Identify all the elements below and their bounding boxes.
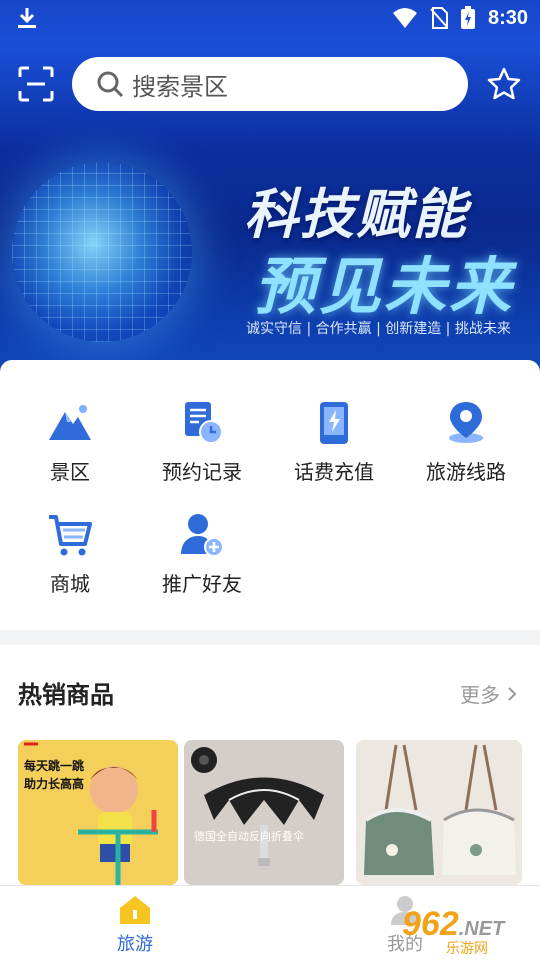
banner-subheadline: 预见未来 [254, 250, 515, 323]
status-bar: 8:30 [0, 0, 540, 38]
banner-tagline: 诚实守信 | 合作共赢 | 创新建造 | 挑战未来 [246, 321, 511, 337]
phone-recharge-icon [320, 402, 348, 444]
shopping-cart-icon [49, 515, 92, 556]
section-title: 热销商品 [18, 681, 114, 709]
battery-charging-icon [460, 6, 475, 29]
category-mall[interactable]: 商城 [15, 512, 125, 608]
watermark-suffix: .NET [458, 918, 505, 940]
nav-label: 旅游 [117, 934, 153, 955]
clock: 8:30 [487, 6, 528, 29]
category-travel-route[interactable]: 旅游线路 [411, 400, 521, 496]
wifi-icon [392, 8, 417, 28]
search-input[interactable]: 搜索景区 [72, 57, 468, 111]
mountain-icon [49, 405, 91, 440]
umbrella-product-image: 德国全自动反向折叠伞 [184, 740, 344, 885]
category-reservation-record[interactable]: 预约记录 [147, 400, 257, 496]
category-label: 旅游线路 [426, 460, 506, 484]
product-image-text: 助力长高高 [24, 776, 84, 791]
category-label: 商城 [50, 572, 90, 596]
product-image-text: 德国全自动反向折叠伞 [194, 829, 304, 843]
category-label: 预约记录 [162, 460, 242, 484]
category-invite-friend[interactable]: 推广好友 [147, 512, 257, 608]
product-card[interactable] [356, 740, 522, 885]
category-phone-recharge[interactable]: 话费充值 [279, 400, 389, 496]
download-icon [18, 8, 36, 28]
chevron-right-icon [508, 686, 517, 701]
scan-icon[interactable] [18, 66, 54, 102]
pogo-stick-product-image: 每天跳一跳 助力长高高 [18, 740, 178, 885]
search-icon [97, 71, 124, 98]
category-scenic-spot[interactable]: 景区 [15, 400, 125, 496]
hero-banner: 8:30 搜索景区 科技赋能 预见未来 诚实守信 | 合作共赢 | 创新建造 |… [0, 0, 540, 372]
more-link[interactable]: 更多 [460, 679, 518, 708]
product-card[interactable]: 每天跳一跳 助力长高高 [18, 740, 178, 885]
watermark-subtitle: 乐游网 [446, 941, 488, 957]
home-icon [120, 896, 150, 924]
category-panel: 景区 预约记录 话费充值 旅游线路 商城 推广好友 [0, 360, 540, 630]
reservation-record-icon [185, 402, 223, 444]
product-image-text: 每天跳一跳 [24, 758, 84, 773]
category-label: 话费充值 [294, 460, 374, 484]
no-sim-icon [430, 7, 448, 29]
category-label: 推广好友 [162, 572, 242, 596]
product-card[interactable]: 德国全自动反向折叠伞 [184, 740, 344, 885]
handbag-product-image [356, 740, 522, 885]
location-pin-icon [449, 402, 483, 443]
favorite-star-icon[interactable] [486, 66, 522, 102]
watermark-logo: 962.NET 乐游网 [402, 905, 538, 957]
category-label: 景区 [50, 460, 90, 484]
nav-tab-travel[interactable]: 旅游 [95, 894, 175, 956]
globe-graphic [12, 162, 192, 342]
search-placeholder: 搜索景区 [132, 72, 228, 101]
more-label: 更多 [460, 683, 500, 707]
add-friend-icon [181, 514, 224, 557]
hot-products-section: 热销商品 更多 每天跳一跳 助力长高高 德国全自动反向折叠伞 [0, 645, 540, 885]
